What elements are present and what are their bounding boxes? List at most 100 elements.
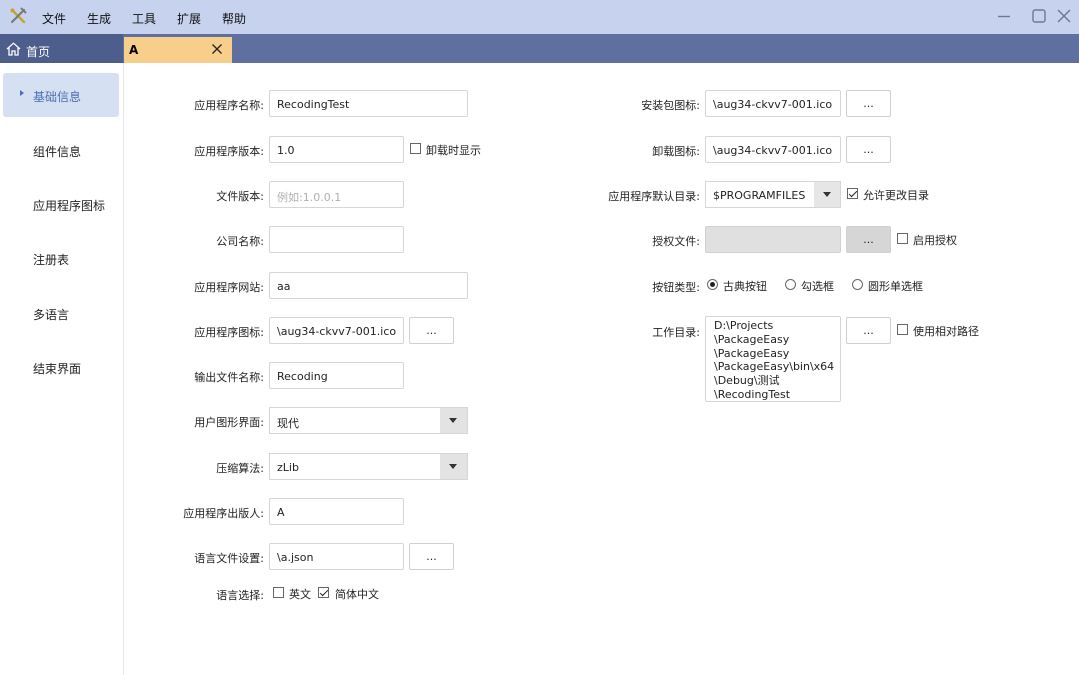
app-version-label: 应用程序版本: [194,145,264,158]
default-dir-select[interactable]: $PROGRAMFILES [705,181,841,208]
work-dir-line: \PackageEasy [714,332,790,346]
gui-select[interactable]: 现代 [269,407,468,434]
use-relative-path-checkbox[interactable] [897,324,908,335]
menu-extensions[interactable]: 扩展 [177,10,201,27]
lang-en-label: 英文 [289,588,311,601]
lang-file-label: 语言文件设置: [194,552,264,565]
sidebar-item-label: 结束界面 [33,362,82,376]
close-tab-icon[interactable] [211,43,223,55]
tools-icon [10,7,27,24]
lang-file-input[interactable]: \a.json [269,543,404,570]
show-on-uninstall-checkbox[interactable] [410,143,421,154]
lang-zh-label: 简体中文 [335,588,379,601]
button-type-classic-label: 古典按钮 [723,280,767,293]
uninstall-icon-input[interactable]: \aug34-ckvv7-001.ico [705,136,841,163]
sidebar-item-label: 基础信息 [33,90,82,104]
lang-select-label: 语言选择: [216,589,264,602]
app-icon-label: 应用程序图标: [194,326,264,339]
work-dir-browse-button[interactable]: ... [846,317,891,344]
work-dir-textarea[interactable]: D:\Projects \PackageEasy \PackageEasy \P… [705,316,841,402]
allow-change-dir-checkbox[interactable] [847,188,858,199]
enable-license-label: 启用授权 [913,234,957,247]
home-icon [6,42,21,56]
installer-icon-input[interactable]: \aug34-ckvv7-001.ico [705,90,841,117]
default-dir-select-value: $PROGRAMFILES [713,189,806,202]
work-dir-line: \Debug\测试 [714,374,780,388]
sidebar-item-label: 多语言 [33,308,70,322]
website-label: 应用程序网站: [194,281,264,294]
maximize-icon[interactable] [1031,8,1047,24]
caret-right-icon [20,90,24,96]
sidebar-item-components[interactable]: 组件信息 [3,128,119,172]
uninstall-icon-browse-button[interactable]: ... [846,136,891,163]
app-version-input[interactable]: 1.0 [269,136,404,163]
gui-select-value: 现代 [277,417,299,430]
sidebar: 基础信息 组件信息 应用程序图标 注册表 多语言 结束界面 [0,63,124,675]
button-type-round-radio[interactable] [852,279,863,290]
work-dir-line: \PackageEasy [714,346,790,360]
sidebar-item-finish-page[interactable]: 结束界面 [3,345,119,389]
default-dir-label: 应用程序默认目录: [608,190,700,203]
lang-en-checkbox[interactable] [273,587,284,598]
compression-select[interactable]: zLib [269,453,468,480]
enable-license-checkbox[interactable] [897,233,908,244]
company-label: 公司名称: [216,235,264,248]
app-name-label: 应用程序名称: [194,99,264,112]
title-bar: 文件 生成 工具 扩展 帮助 [0,0,1079,34]
tab-bar: 首页 A [0,34,1079,63]
menu-build[interactable]: 生成 [87,10,111,27]
menu-help[interactable]: 帮助 [222,10,246,27]
chevron-down-icon[interactable] [440,454,467,479]
publisher-label: 应用程序出版人: [183,507,264,520]
button-type-checkbox-radio[interactable] [785,279,796,290]
button-type-classic-radio[interactable] [707,279,718,290]
tab-document-label: A [129,43,139,57]
minimize-icon[interactable] [996,8,1012,24]
uninstall-icon-label: 卸载图标: [652,145,700,158]
installer-icon-browse-button[interactable]: ... [846,90,891,117]
allow-change-dir-label: 允许更改目录 [863,189,929,202]
button-type-checkbox-label: 勾选框 [801,280,834,293]
output-name-input[interactable]: Recoding [269,362,404,389]
button-type-label: 按钮类型: [652,281,700,294]
button-type-round-label: 圆形单选框 [868,280,923,293]
license-file-label: 授权文件: [652,235,700,248]
lang-zh-checkbox[interactable] [318,587,329,598]
lang-file-browse-button[interactable]: ... [409,543,454,570]
installer-icon-label: 安装包图标: [641,99,700,112]
compression-select-value: zLib [277,461,299,474]
close-window-icon[interactable] [1056,8,1072,24]
tab-home[interactable]: 首页 [0,34,123,63]
website-input[interactable]: aa [269,272,468,299]
menu-tools[interactable]: 工具 [132,10,156,27]
compression-label: 压缩算法: [216,462,264,475]
gui-label: 用户图形界面: [194,416,264,429]
work-dir-line: D:\Projects [714,319,774,332]
publisher-input[interactable]: A [269,498,404,525]
tab-document[interactable]: A [124,37,232,63]
sidebar-item-languages[interactable]: 多语言 [3,291,119,335]
license-file-browse-button[interactable]: ... [846,226,891,253]
license-file-input[interactable] [705,226,841,253]
app-icon-input[interactable]: \aug34-ckvv7-001.ico [269,317,404,344]
file-version-label: 文件版本: [216,190,264,203]
output-name-label: 输出文件名称: [194,371,264,384]
chevron-down-icon[interactable] [440,408,467,433]
sidebar-item-registry[interactable]: 注册表 [3,236,119,280]
show-on-uninstall-label: 卸载时显示 [426,144,481,157]
menu-file[interactable]: 文件 [42,10,66,27]
work-dir-line: \PackageEasy\bin\x64 [714,360,835,374]
sidebar-item-label: 注册表 [33,253,70,267]
sidebar-item-label: 应用程序图标 [33,199,106,213]
file-version-input[interactable]: 例如:1.0.0.1 [269,181,404,208]
work-dir-label: 工作目录: [652,326,700,339]
work-dir-line: \RecodingTest [714,387,791,401]
app-name-input[interactable]: RecodingTest [269,90,468,117]
chevron-down-icon[interactable] [814,182,840,207]
sidebar-item-app-icons[interactable]: 应用程序图标 [3,182,119,226]
sidebar-item-label: 组件信息 [33,145,82,159]
company-input[interactable] [269,226,404,253]
sidebar-item-basic-info[interactable]: 基础信息 [3,73,119,117]
tab-home-label: 首页 [26,45,51,59]
app-icon-browse-button[interactable]: ... [409,317,454,344]
